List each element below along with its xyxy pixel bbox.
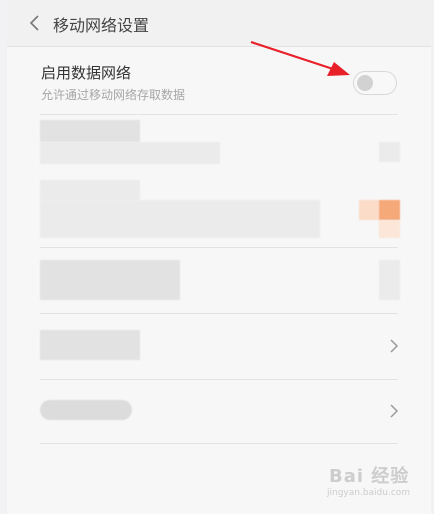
toggle-knob: [357, 75, 373, 91]
pixelated-accent: [359, 200, 379, 220]
pixelated-accent: [379, 200, 400, 220]
pixelated-content: [40, 260, 180, 300]
pixelated-accent: [379, 220, 400, 238]
annotation-arrow-icon: [250, 40, 350, 76]
divider: [40, 443, 398, 444]
divider: [40, 379, 398, 380]
mobile-data-description: 允许通过移动网络存取数据: [41, 88, 186, 102]
mobile-data-toggle[interactable]: [353, 71, 397, 95]
pixelated-content: [379, 142, 400, 162]
pixelated-content: [40, 330, 140, 360]
pixelated-content: [40, 120, 140, 142]
pixelated-content: [40, 180, 140, 200]
pixelated-content: [40, 400, 132, 420]
settings-page: 移动网络设置 启用数据网络 允许通过移动网络存取数据 Bai 经验 jingya…: [7, 0, 431, 514]
pixelated-content: [40, 200, 320, 238]
watermark-logo: Bai 经验: [329, 466, 410, 487]
divider: [40, 114, 398, 115]
chevron-left-icon[interactable]: [25, 13, 45, 33]
pixelated-content: [40, 142, 220, 164]
header-bar: 移动网络设置: [7, 0, 431, 47]
divider: [40, 247, 398, 248]
mobile-data-label: 启用数据网络: [41, 64, 132, 82]
page-title: 移动网络设置: [53, 16, 150, 35]
pixelated-content: [379, 260, 400, 300]
watermark-url: jingyan.baidu.com: [327, 488, 411, 498]
divider: [40, 313, 398, 314]
chevron-right-icon: [390, 339, 399, 353]
chevron-right-icon: [390, 404, 399, 418]
